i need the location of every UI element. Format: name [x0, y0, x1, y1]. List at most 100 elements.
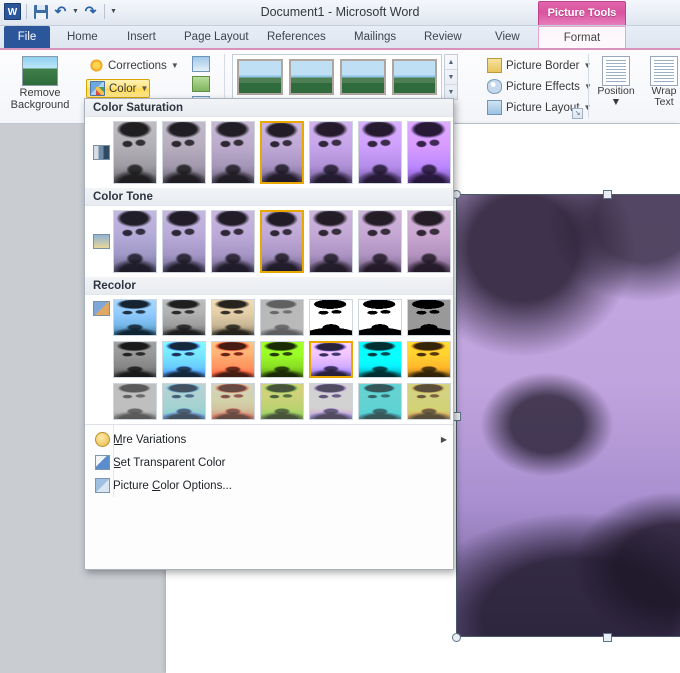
picture-tools-text: Picture Tools — [547, 7, 617, 19]
saturation-icon-wrap — [89, 145, 113, 160]
gallery-more-button[interactable]: ▼ — [445, 85, 457, 99]
thumb-image — [163, 384, 205, 419]
resize-handle-bottom-left[interactable] — [452, 633, 461, 642]
thumb-image — [212, 300, 254, 335]
tone-thumb-1[interactable] — [162, 210, 206, 273]
gallery-scrollbar[interactable]: ▲ ▼ ▼ — [444, 54, 458, 100]
section-body-color-tone — [85, 206, 453, 277]
thumb-image — [261, 342, 303, 377]
picture-border-label: Picture Border — [506, 59, 580, 72]
thumb-image — [262, 123, 302, 182]
picture-style-thumb[interactable] — [391, 59, 437, 95]
word-window: W ↶ ▼ ↷ ▼ Document1 - Microsoft Word Pic… — [0, 0, 680, 673]
recolor-thumb-0-4[interactable] — [309, 299, 353, 336]
recolor-thumb-0-2[interactable] — [211, 299, 255, 336]
picture-style-thumb[interactable] — [340, 59, 386, 95]
tone-thumb-3[interactable] — [260, 210, 304, 273]
recolor-thumb-1-5[interactable] — [358, 341, 402, 378]
menu-item-picture-color-options[interactable]: Picture Color Options... — [85, 474, 453, 497]
recolor-thumb-2-4[interactable] — [309, 383, 353, 420]
resize-handle-top-center[interactable] — [603, 190, 612, 199]
recolor-thumb-2-2[interactable] — [211, 383, 255, 420]
recolor-thumb-1-4[interactable] — [309, 341, 353, 378]
recolor-thumb-1-2[interactable] — [211, 341, 255, 378]
saturation-thumb-1[interactable] — [162, 121, 206, 184]
thumb-image — [359, 122, 401, 183]
saturation-thumb-0[interactable] — [113, 121, 157, 184]
menu-item-set-transparent-color[interactable]: Set Transparent Color — [85, 451, 453, 474]
saturation-thumb-5[interactable] — [358, 121, 402, 184]
thumb-image — [163, 122, 205, 183]
picture-style-thumb[interactable] — [288, 59, 334, 95]
recolor-row-0 — [113, 299, 451, 336]
recolor-thumb-1-1[interactable] — [162, 341, 206, 378]
tab-references[interactable]: References — [258, 26, 335, 49]
menu-item-more-variations[interactable]: Mre Variations ▶ — [85, 428, 453, 451]
recolor-thumb-2-6[interactable] — [407, 383, 451, 420]
tab-page-layout[interactable]: Page Layout — [175, 26, 258, 49]
tone-thumb-4[interactable] — [309, 210, 353, 273]
picture-effects-button[interactable]: Picture Effects ▼ — [484, 77, 595, 96]
position-button[interactable]: Position ▼ — [592, 55, 640, 108]
tone-thumb-5[interactable] — [358, 210, 402, 273]
saturation-thumb-2[interactable] — [211, 121, 255, 184]
tone-thumb-2[interactable] — [211, 210, 255, 273]
tone-thumb-6[interactable] — [407, 210, 451, 273]
set-transparent-color-label: Set Transparent Color — [113, 456, 226, 469]
recolor-thumb-1-0[interactable] — [113, 341, 157, 378]
tone-icon-wrap — [89, 234, 113, 249]
picture-layout-icon — [487, 100, 502, 115]
tab-mailings[interactable]: Mailings — [345, 26, 405, 49]
saturation-thumb-4[interactable] — [309, 121, 353, 184]
tab-review[interactable]: Review — [415, 26, 471, 49]
remove-background-button[interactable]: Remove Background — [2, 54, 78, 111]
tab-view[interactable]: View — [486, 26, 529, 49]
position-chevron-down-icon: ▼ — [610, 96, 622, 108]
corrections-button[interactable]: Corrections ▼ — [86, 56, 182, 75]
recolor-thumb-2-0[interactable] — [113, 383, 157, 420]
recolor-thumb-2-3[interactable] — [260, 383, 304, 420]
tab-insert[interactable]: Insert — [118, 26, 165, 49]
picture-styles-dialog-launcher[interactable]: ↘ — [572, 108, 583, 119]
set-transparent-color-icon — [94, 455, 110, 470]
change-picture-icon[interactable] — [192, 76, 210, 92]
recolor-thumb-0-3[interactable] — [260, 299, 304, 336]
thumb-image — [114, 384, 156, 419]
resize-handle-bottom-center[interactable] — [603, 633, 612, 642]
wrap-text-button[interactable]: Wrap Text — [640, 55, 680, 108]
recolor-thumb-2-1[interactable] — [162, 383, 206, 420]
tab-format[interactable]: Format — [538, 26, 626, 49]
picture-border-icon — [487, 58, 502, 73]
gallery-scroll-down-button[interactable]: ▼ — [445, 70, 457, 85]
picture-styles-gallery[interactable] — [232, 54, 442, 100]
recolor-thumb-0-6[interactable] — [407, 299, 451, 336]
section-header-color-tone: Color Tone — [85, 188, 453, 206]
picture-style-thumb[interactable] — [237, 59, 283, 95]
thumb-image — [261, 300, 303, 335]
tone-thumb-0[interactable] — [113, 210, 157, 273]
more-variations-label: Mre Variations — [113, 433, 187, 446]
gallery-scroll-up-button[interactable]: ▲ — [445, 55, 457, 70]
recolor-thumb-1-3[interactable] — [260, 341, 304, 378]
recolor-thumb-0-5[interactable] — [358, 299, 402, 336]
recolor-icon-wrap — [89, 299, 113, 316]
more-variations-icon-wrap — [91, 432, 113, 447]
corrections-icon — [89, 58, 104, 73]
saturation-thumb-3[interactable] — [260, 121, 304, 184]
picture-border-button[interactable]: Picture Border ▼ — [484, 56, 594, 75]
recolor-thumb-0-0[interactable] — [113, 299, 157, 336]
thumb-image — [163, 300, 205, 335]
color-button[interactable]: Color ▼ — [86, 79, 150, 98]
recolor-thumb-1-6[interactable] — [407, 341, 451, 378]
tab-file[interactable]: File — [4, 26, 50, 49]
compress-pictures-icon[interactable] — [192, 56, 210, 72]
tab-home[interactable]: Home — [58, 26, 107, 49]
saturation-thumb-6[interactable] — [407, 121, 451, 184]
thumb-image — [408, 342, 450, 377]
recolor-thumb-0-1[interactable] — [162, 299, 206, 336]
picture-effects-label: Picture Effects — [506, 80, 580, 93]
thumb-image — [261, 384, 303, 419]
recolor-thumb-2-5[interactable] — [358, 383, 402, 420]
selected-picture[interactable] — [456, 194, 680, 637]
thumb-image — [114, 122, 156, 183]
